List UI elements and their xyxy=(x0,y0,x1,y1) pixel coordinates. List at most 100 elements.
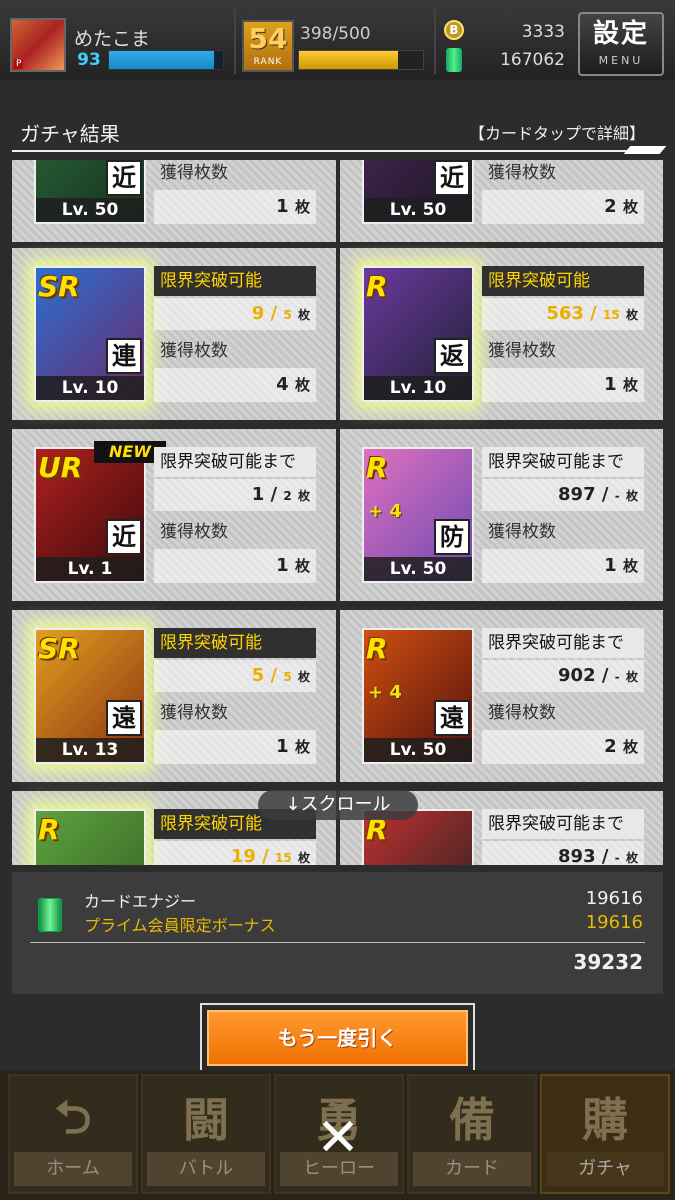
progress-separator: / xyxy=(264,484,284,505)
limit-break-current: 19 xyxy=(230,846,256,865)
progress-unit: 枚 xyxy=(297,489,310,503)
header-underline-tab xyxy=(623,146,667,154)
progress-unit: 枚 xyxy=(297,308,310,322)
limit-break-progress: 563 / 15 枚 xyxy=(482,298,644,330)
username: めたこま xyxy=(74,28,151,50)
card-energy-label: カードエナジー xyxy=(84,892,197,911)
card-type-badge: 連 xyxy=(106,338,142,374)
settings-label: 設定 xyxy=(592,19,649,49)
limit-break-progress: 19 / 15 枚 xyxy=(154,841,316,865)
rarity-badge: R xyxy=(366,451,388,484)
card-level: Lv. 10 xyxy=(364,376,472,400)
summary-divider xyxy=(30,942,645,943)
card-level: Lv. 10 xyxy=(36,376,144,400)
stamina-bar xyxy=(298,50,424,70)
energy-icon xyxy=(446,48,462,72)
progress-unit: 枚 xyxy=(625,670,638,684)
limit-break-progress: 902 / - 枚 xyxy=(482,660,644,692)
card-result-list[interactable]: 近 Lv. 50 獲得枚数 1 枚 近 Lv. 50 獲得枚数 2 枚 SR 連 L… xyxy=(12,160,663,865)
limit-break-status: 限界突破可能まで xyxy=(154,447,316,477)
limit-break-max: 5 xyxy=(283,308,292,322)
card-energy-icon xyxy=(38,898,62,932)
nav-home-button[interactable]: ⮌ ホーム xyxy=(8,1074,138,1194)
rarity-badge: UR xyxy=(38,451,83,484)
card-type-badge: 防 xyxy=(434,519,470,555)
energy-summary: カードエナジー プライム会員限定ボーナス 19616 19616 39232 xyxy=(12,872,663,994)
obtained-number: 1 xyxy=(604,374,617,395)
card-result[interactable]: R 返 Lv. 10 限界突破可能 563 / 15 枚獲得枚数 1 枚 xyxy=(340,248,663,420)
nav-gacha-button[interactable]: 購ガチャ xyxy=(540,1074,670,1194)
energy-total: 39232 xyxy=(573,950,643,974)
progress-separator: / xyxy=(595,484,615,505)
card-result[interactable]: SR 遠 Lv. 13 限界突破可能 5 / 5 枚獲得枚数 1 枚 xyxy=(12,610,336,782)
limit-break-progress: 1 / 2 枚 xyxy=(154,479,316,511)
divider xyxy=(434,10,436,74)
panel-title: ガチャ結果 xyxy=(20,122,120,146)
status-bar: P めたこま 93 54 RANK 398/500 B 3333 167062 … xyxy=(0,0,675,80)
card-art: 近 Lv. 50 xyxy=(34,160,146,224)
limit-break-status: 限界突破可能 xyxy=(154,628,316,658)
limit-break-max: 15 xyxy=(603,308,620,322)
obtained-count: 1 枚 xyxy=(154,549,316,583)
card-level: Lv. 13 xyxy=(36,738,144,762)
card-result[interactable]: R + 4 防 Lv. 50 限界突破可能まで 897 / - 枚獲得枚数 1 枚 xyxy=(340,429,663,601)
avatar[interactable]: P xyxy=(10,18,66,72)
card-art: R + 4 遠 Lv. 50 xyxy=(362,628,474,764)
nav-label: バトル xyxy=(147,1152,265,1186)
limit-break-current: 902 xyxy=(558,665,596,686)
limit-break-progress: 5 / 5 枚 xyxy=(154,660,316,692)
progress-separator: / xyxy=(264,665,284,686)
card-result[interactable]: 近 Lv. 50 獲得枚数 1 枚 xyxy=(12,160,336,242)
limit-break-max: 2 xyxy=(283,489,292,503)
card-result[interactable]: R + 4 遠 Lv. 50 限界突破可能まで 902 / - 枚獲得枚数 2 枚 xyxy=(340,610,663,782)
card-type-badge: 近 xyxy=(434,160,470,196)
card-art: R + 4 防 Lv. 50 xyxy=(362,447,474,583)
rarity-badge: R xyxy=(366,632,388,665)
card-type-badge: 近 xyxy=(106,160,142,196)
progress-separator: / xyxy=(595,846,615,865)
gacha-result-screen: P めたこま 93 54 RANK 398/500 B 3333 167062 … xyxy=(0,0,675,1200)
obtained-number: 2 xyxy=(604,736,617,757)
nav-card-button[interactable]: 備カード xyxy=(407,1074,537,1194)
progress-unit: 枚 xyxy=(625,851,638,865)
rank-badge: 54 RANK xyxy=(242,20,294,72)
obtained-label: 獲得枚数 xyxy=(488,163,556,183)
card-result[interactable]: SR 連 Lv. 10 限界突破可能 9 / 5 枚獲得枚数 4 枚 xyxy=(12,248,336,420)
progress-separator: / xyxy=(264,303,284,324)
obtained-unit: 枚 xyxy=(622,738,638,756)
card-art: UR 近 Lv. 1 xyxy=(34,447,146,583)
limit-break-current: 893 xyxy=(558,846,596,865)
obtained-number: 4 xyxy=(276,374,289,395)
card-result[interactable]: UR 近 Lv. 1 NEW 限界突破可能まで 1 / 2 枚獲得枚数 1 枚 xyxy=(12,429,336,601)
card-level: Lv. 1 xyxy=(36,557,144,581)
obtained-number: 1 xyxy=(276,196,289,217)
obtained-label: 獲得枚数 xyxy=(160,163,228,183)
obtained-unit: 枚 xyxy=(294,198,310,216)
progress-separator: / xyxy=(583,303,603,324)
nav-label: ガチャ xyxy=(546,1152,664,1186)
close-icon[interactable]: ✕ xyxy=(312,1112,364,1164)
stamina-bar-fill xyxy=(299,51,399,69)
draw-again-button[interactable]: もう一度引く xyxy=(207,1010,468,1066)
limit-break-progress: 893 / - 枚 xyxy=(482,841,644,865)
obtained-label: 獲得枚数 xyxy=(160,703,228,723)
nav-battle-button[interactable]: 闘バトル xyxy=(141,1074,271,1194)
obtained-number: 2 xyxy=(604,196,617,217)
obtained-number: 1 xyxy=(276,736,289,757)
obtained-unit: 枚 xyxy=(622,557,638,575)
card-result[interactable]: 近 Lv. 50 獲得枚数 2 枚 xyxy=(340,160,663,242)
rarity-badge: SR xyxy=(38,632,80,665)
card-level: Lv. 50 xyxy=(364,557,472,581)
card-art: R xyxy=(34,809,146,865)
obtained-label: 獲得枚数 xyxy=(488,703,556,723)
rarity-badge: SR xyxy=(38,270,80,303)
obtained-count: 4 枚 xyxy=(154,368,316,402)
panel-header: ガチャ結果 【カードタップで詳細】 xyxy=(12,112,667,154)
obtained-count: 2 枚 xyxy=(482,730,644,764)
progress-separator: / xyxy=(595,665,615,686)
settings-menu-button[interactable]: 設定 MENU xyxy=(578,12,664,76)
obtained-number: 1 xyxy=(604,555,617,576)
user-level: 93 xyxy=(77,50,101,70)
limit-break-status: 限界突破可能 xyxy=(482,266,644,296)
energy-count: 167062 xyxy=(500,50,565,70)
